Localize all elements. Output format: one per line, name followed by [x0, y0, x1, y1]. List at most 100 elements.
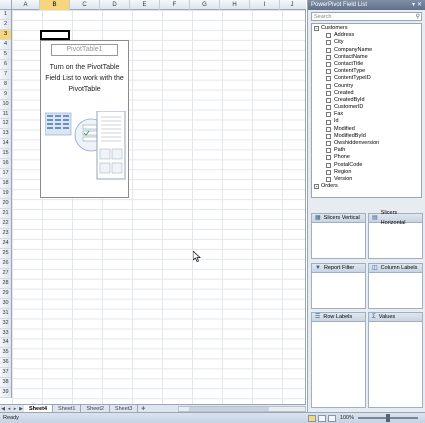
zoom-slider[interactable]	[358, 414, 418, 422]
row-header-35[interactable]: 35	[0, 348, 11, 359]
field-item[interactable]: ContactName	[314, 54, 419, 61]
column-header-f[interactable]: F	[160, 0, 190, 10]
field-item[interactable]: Modified	[314, 126, 419, 133]
row-header-36[interactable]: 36	[0, 358, 11, 369]
row-header-26[interactable]: 26	[0, 259, 11, 269]
field-checkbox[interactable]	[326, 119, 331, 125]
field-checkbox[interactable]	[326, 105, 331, 111]
field-checkbox[interactable]	[326, 69, 331, 75]
field-checkbox[interactable]	[326, 83, 331, 89]
row-header-16[interactable]: 16	[0, 159, 11, 170]
row-header-15[interactable]: 15	[0, 149, 11, 160]
zone-slicers-horizontal-drop-area[interactable]	[368, 223, 423, 259]
field-item[interactable]: ContentType	[314, 68, 419, 75]
row-header-12[interactable]: 12	[0, 119, 11, 130]
field-item[interactable]: Path	[314, 147, 419, 154]
field-item[interactable]: Phone	[314, 154, 419, 161]
row-header-3[interactable]: 3	[0, 29, 11, 40]
row-header-11[interactable]: 11	[0, 110, 11, 120]
field-checkbox[interactable]	[326, 141, 331, 147]
expand-icon[interactable]: +	[314, 184, 319, 190]
horizontal-scrollbar[interactable]	[178, 405, 306, 412]
row-header-18[interactable]: 18	[0, 179, 11, 190]
field-item[interactable]: ContactTitle	[314, 61, 419, 68]
field-checkbox[interactable]	[326, 90, 331, 96]
zone-slicers-vertical-drop-area[interactable]	[311, 223, 366, 259]
zone-row-labels-drop-area[interactable]	[311, 322, 366, 408]
field-item[interactable]: Owshiddenversion	[314, 140, 419, 147]
zone-column-labels-drop-area[interactable]	[368, 273, 423, 309]
row-header-7[interactable]: 7	[0, 70, 11, 80]
normal-view-button[interactable]	[307, 414, 316, 422]
field-checkbox[interactable]	[326, 97, 331, 103]
row-header-28[interactable]: 28	[0, 279, 11, 289]
field-item[interactable]: Address	[314, 32, 419, 39]
row-header-33[interactable]: 33	[0, 329, 11, 339]
field-item[interactable]: Country	[314, 83, 419, 90]
row-header-6[interactable]: 6	[0, 60, 11, 70]
field-checkbox[interactable]	[326, 33, 331, 39]
row-header-14[interactable]: 14	[0, 139, 11, 150]
column-header-b[interactable]: B	[40, 0, 70, 10]
row-header-8[interactable]: 8	[0, 80, 11, 90]
panel-close-icon[interactable]: ✕	[417, 0, 422, 10]
row-header-13[interactable]: 13	[0, 129, 11, 140]
row-header-22[interactable]: 22	[0, 219, 11, 229]
field-checkbox[interactable]	[326, 40, 331, 46]
row-header-1[interactable]: 1	[0, 10, 11, 20]
field-item[interactable]: Fax	[314, 111, 419, 118]
field-item[interactable]: Id	[314, 118, 419, 125]
field-item[interactable]: Created	[314, 90, 419, 97]
row-header-37[interactable]: 37	[0, 368, 11, 379]
row-header-24[interactable]: 24	[0, 239, 11, 249]
table-node-orders[interactable]: + Orders	[314, 183, 419, 190]
field-item[interactable]: ModifiedById	[314, 133, 419, 140]
field-checkbox[interactable]	[326, 54, 331, 60]
zone-values-drop-area[interactable]	[368, 322, 423, 408]
column-header-c[interactable]: C	[70, 0, 100, 10]
panel-menu-icon[interactable]: ▾	[412, 0, 415, 10]
active-cell[interactable]	[40, 30, 70, 40]
column-header-d[interactable]: D	[100, 0, 130, 10]
select-all-corner[interactable]	[0, 0, 12, 10]
field-item[interactable]: CustomerID	[314, 104, 419, 111]
field-checkbox[interactable]	[326, 47, 331, 53]
zone-report-filter-drop-area[interactable]	[311, 273, 366, 309]
field-checkbox[interactable]	[326, 126, 331, 132]
row-header-29[interactable]: 29	[0, 289, 11, 299]
row-header-9[interactable]: 9	[0, 90, 11, 100]
pivottable-placeholder[interactable]: PivotTable1 Turn on the PivotTable Field…	[40, 40, 129, 198]
row-header-4[interactable]: 4	[0, 40, 11, 50]
horizontal-scroll-thumb[interactable]	[189, 406, 270, 411]
field-item[interactable]: Region	[314, 169, 419, 176]
row-header-34[interactable]: 34	[0, 338, 11, 349]
field-checkbox[interactable]	[326, 76, 331, 82]
field-checkbox[interactable]	[326, 148, 331, 154]
column-header-a[interactable]: A	[12, 0, 40, 10]
field-search-input[interactable]: Search ⚲	[311, 12, 422, 21]
field-item[interactable]: ContentTypeID	[314, 75, 419, 82]
zoom-slider-thumb[interactable]	[386, 414, 390, 422]
row-header-39[interactable]: 39	[0, 388, 11, 399]
field-checkbox[interactable]	[326, 169, 331, 175]
field-item[interactable]: CompanyName	[314, 47, 419, 54]
collapse-icon[interactable]: −	[314, 26, 319, 32]
field-checkbox[interactable]	[326, 162, 331, 168]
column-header-i[interactable]: I	[250, 0, 280, 10]
row-header-19[interactable]: 19	[0, 189, 11, 200]
row-header-2[interactable]: 2	[0, 20, 11, 30]
row-header-25[interactable]: 25	[0, 249, 11, 259]
column-header-j[interactable]: J	[280, 0, 304, 10]
field-checkbox[interactable]	[326, 133, 331, 139]
search-icon[interactable]: ⚲	[416, 13, 420, 21]
column-header-e[interactable]: E	[130, 0, 160, 10]
table-node-customers[interactable]: − Customers	[314, 25, 419, 32]
row-header-23[interactable]: 23	[0, 229, 11, 239]
field-item[interactable]: City	[314, 39, 419, 46]
field-checkbox[interactable]	[326, 155, 331, 161]
row-header-21[interactable]: 21	[0, 209, 11, 220]
row-header-30[interactable]: 30	[0, 299, 11, 309]
page-layout-view-button[interactable]	[317, 414, 326, 422]
field-checkbox[interactable]	[326, 177, 331, 183]
row-header-27[interactable]: 27	[0, 269, 11, 279]
